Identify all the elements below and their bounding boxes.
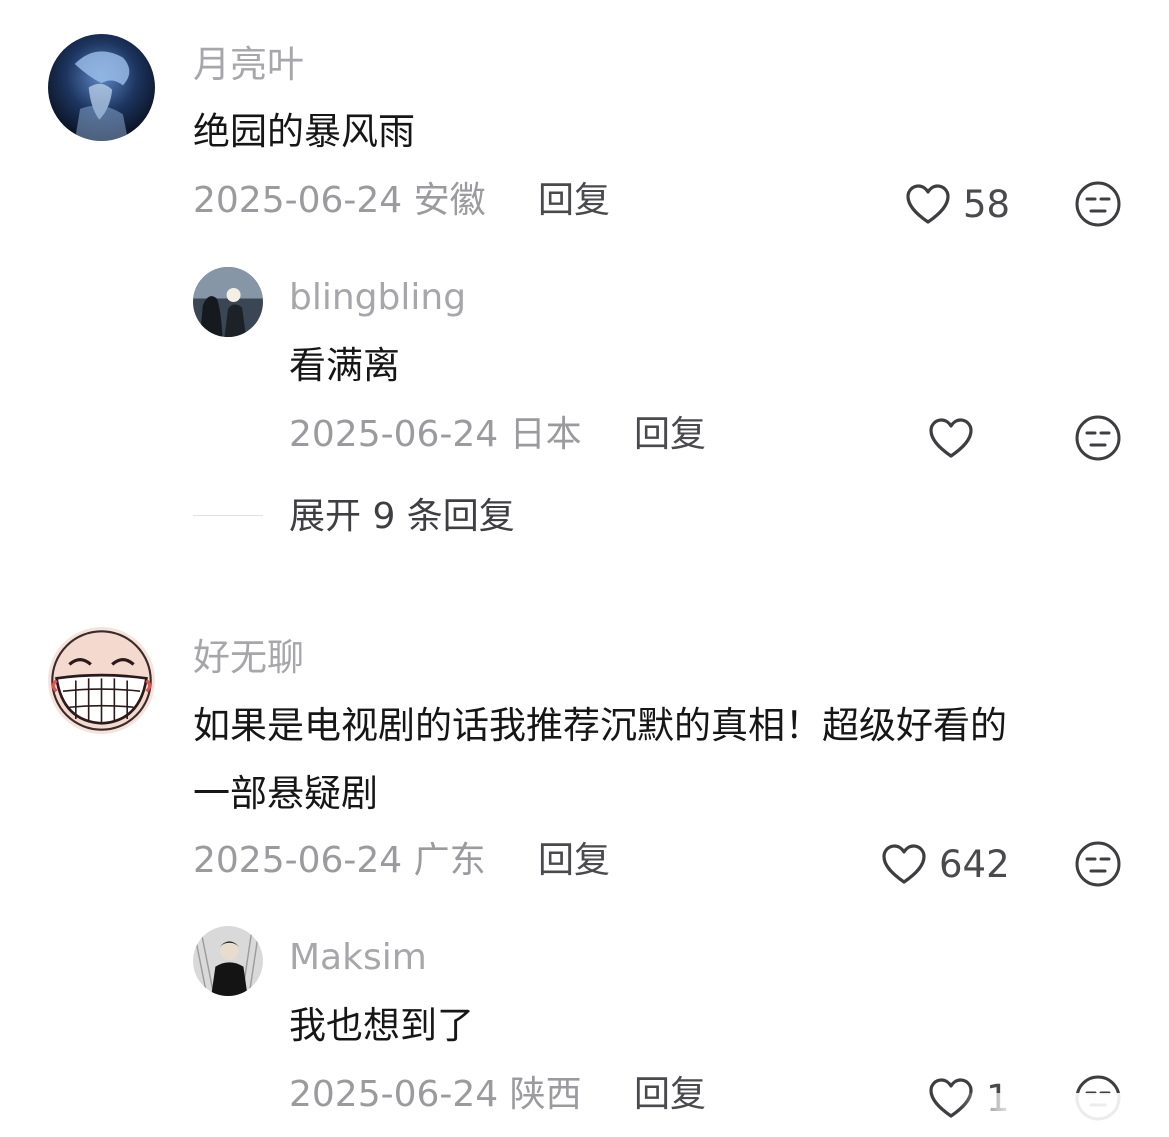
expand-replies-button[interactable]: 展开 9 条回复 [289, 495, 515, 539]
reply-button[interactable]: 回复 [538, 839, 610, 883]
like-count: 58 [963, 182, 1011, 226]
username[interactable]: 好无聊 [193, 636, 304, 680]
reply-location: 陕西 [509, 1074, 582, 1115]
comment-location: 安徽 [413, 180, 486, 221]
comment-meta: 2025-06-24 广东 [193, 839, 486, 883]
comment-date: 2025-06-24 [193, 840, 403, 881]
avatar[interactable] [48, 627, 155, 734]
heart-outline-icon [928, 417, 974, 459]
neutral-face-icon [1074, 840, 1122, 888]
comment-meta: 2025-06-24 安徽 [193, 179, 486, 223]
comment-content-line: 一部悬疑剧 [193, 772, 378, 815]
comment-date: 2025-06-24 [193, 180, 403, 221]
avatar[interactable] [48, 34, 155, 141]
heart-outline-icon [881, 843, 927, 885]
reply-meta: 2025-06-24 陕西 [289, 1073, 582, 1117]
neutral-face-icon [1074, 414, 1122, 462]
comment-content-line: 如果是电视剧的话我推荐沉默的真相！超级好看的 [193, 704, 1007, 747]
reply-date: 2025-06-24 [289, 414, 499, 455]
reply-meta: 2025-06-24 日本 [289, 413, 582, 457]
dislike-button[interactable] [1074, 840, 1122, 888]
avatar[interactable] [193, 926, 263, 996]
dislike-button[interactable] [1074, 180, 1122, 228]
username[interactable]: Maksim [289, 936, 427, 980]
reply-button[interactable]: 回复 [634, 1073, 706, 1117]
username[interactable]: 月亮叶 [193, 43, 304, 87]
reply-location: 日本 [509, 414, 582, 455]
reply-content: 我也想到了 [289, 1004, 474, 1047]
reply-content: 看满离 [289, 344, 400, 387]
comment-content: 如果是电视剧的话我推荐沉默的真相！超级好看的 一部悬疑剧 [193, 692, 1143, 828]
expand-divider [193, 515, 263, 516]
username[interactable]: blingbling [289, 276, 466, 320]
like-count: 642 [939, 842, 1010, 886]
neutral-face-icon [1074, 180, 1122, 228]
comment-content: 绝园的暴风雨 [193, 110, 415, 153]
comment-location: 广东 [413, 840, 486, 881]
like-button[interactable] [928, 414, 986, 462]
watermark-overlay [959, 1093, 1169, 1137]
avatar[interactable] [193, 267, 263, 337]
reply-button[interactable]: 回复 [538, 179, 610, 223]
dislike-button[interactable] [1074, 414, 1122, 462]
reply-button[interactable]: 回复 [634, 413, 706, 457]
like-button[interactable]: 58 [905, 180, 1010, 228]
heart-outline-icon [905, 183, 951, 225]
like-button[interactable]: 642 [881, 840, 1010, 888]
reply-date: 2025-06-24 [289, 1074, 499, 1115]
